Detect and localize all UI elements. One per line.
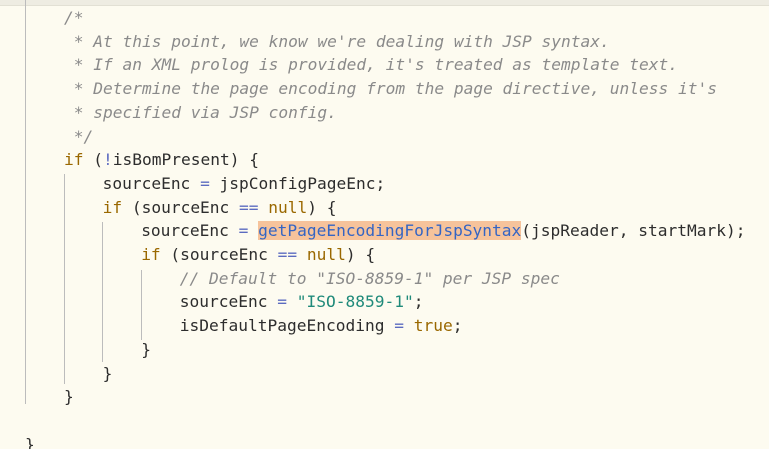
code-line[interactable]: isDefaultPageEncoding = true; — [180, 315, 463, 337]
code-editor[interactable]: /* * At this point, we know we're dealin… — [0, 0, 769, 449]
code-token: } — [102, 363, 113, 383]
code-token: if — [141, 245, 161, 264]
code-token: == — [277, 245, 298, 264]
code-token: sourceEnc — [102, 173, 201, 193]
code-token: sourceEnc — [179, 292, 278, 312]
code-token: isDefaultPageEncoding — [179, 316, 395, 336]
code-line[interactable]: } — [103, 363, 113, 385]
code-token: (sourceEnc — [122, 197, 240, 217]
code-token: == — [239, 197, 259, 217]
code-token: "ISO-8859-1" — [296, 292, 414, 312]
code-token: true — [413, 316, 453, 336]
code-line[interactable]: * Determine the page encoding from the p… — [64, 78, 717, 100]
indent-guide — [64, 174, 65, 384]
code-token: = — [200, 173, 210, 193]
code-line[interactable]: * At this point, we know we're dealing w… — [64, 31, 610, 53]
code-token: ( — [83, 150, 103, 170]
code-line[interactable]: */ — [64, 126, 94, 148]
code-line[interactable]: } — [64, 386, 74, 408]
code-token: * Determine the page encoding from the p… — [64, 79, 717, 99]
code-token: (jspReader, startMark); — [521, 221, 746, 241]
code-token: (sourceEnc — [160, 245, 278, 264]
code-line[interactable]: sourceEnc = jspConfigPageEnc; — [103, 173, 386, 195]
code-token: = — [238, 221, 249, 241]
code-line[interactable]: if (sourceEnc == null) { — [103, 197, 337, 219]
editor-top-strip — [0, 0, 769, 6]
code-token: sourceEnc — [141, 221, 239, 241]
code-token: if — [102, 197, 123, 217]
code-token: null — [268, 197, 308, 217]
code-token: ) { — [307, 197, 337, 217]
code-token: = — [277, 292, 288, 312]
code-token: } — [64, 387, 74, 407]
code-line[interactable]: if (sourceEnc == null) { — [141, 244, 375, 266]
code-line[interactable]: * specified via JSP config. — [64, 102, 337, 124]
code-token: * If an XML prolog is provided, it's tre… — [64, 55, 678, 75]
code-token: /* — [64, 8, 84, 27]
code-token: * specified via JSP config. — [64, 102, 337, 122]
indent-guide — [141, 270, 142, 340]
code-token: * At this point, we know we're dealing w… — [64, 31, 610, 51]
indent-guide — [102, 222, 103, 362]
highlighted-symbol: getPageEncodingForJspSyntax — [258, 221, 522, 241]
code-line[interactable]: sourceEnc = "ISO-8859-1"; — [180, 291, 424, 313]
code-token: } — [25, 434, 35, 449]
code-token: ; — [413, 292, 424, 312]
code-token: */ — [64, 126, 94, 146]
code-token: } — [141, 339, 151, 359]
code-token: jspConfigPageEnc; — [209, 173, 386, 193]
code-line[interactable]: } — [141, 339, 151, 361]
code-token: null — [306, 245, 346, 264]
code-line[interactable]: /* — [64, 7, 84, 29]
code-token: ! — [103, 150, 113, 170]
code-token: // Default to "ISO-8859-1" per JSP spec — [179, 268, 560, 288]
indent-guide — [25, 0, 26, 404]
code-line[interactable]: sourceEnc = getPageEncodingForJspSyntax(… — [141, 220, 745, 242]
code-token: isBomPresent) { — [112, 150, 259, 170]
code-token: if — [64, 150, 84, 170]
code-line[interactable]: if (!isBomPresent) { — [64, 149, 259, 171]
code-line[interactable]: // Default to "ISO-8859-1" per JSP spec — [180, 268, 560, 290]
code-token: ; — [452, 316, 463, 336]
code-line[interactable]: * If an XML prolog is provided, it's tre… — [64, 54, 678, 76]
code-token: = — [394, 316, 404, 336]
code-line[interactable]: } — [25, 434, 35, 449]
code-token: ) { — [345, 245, 376, 264]
